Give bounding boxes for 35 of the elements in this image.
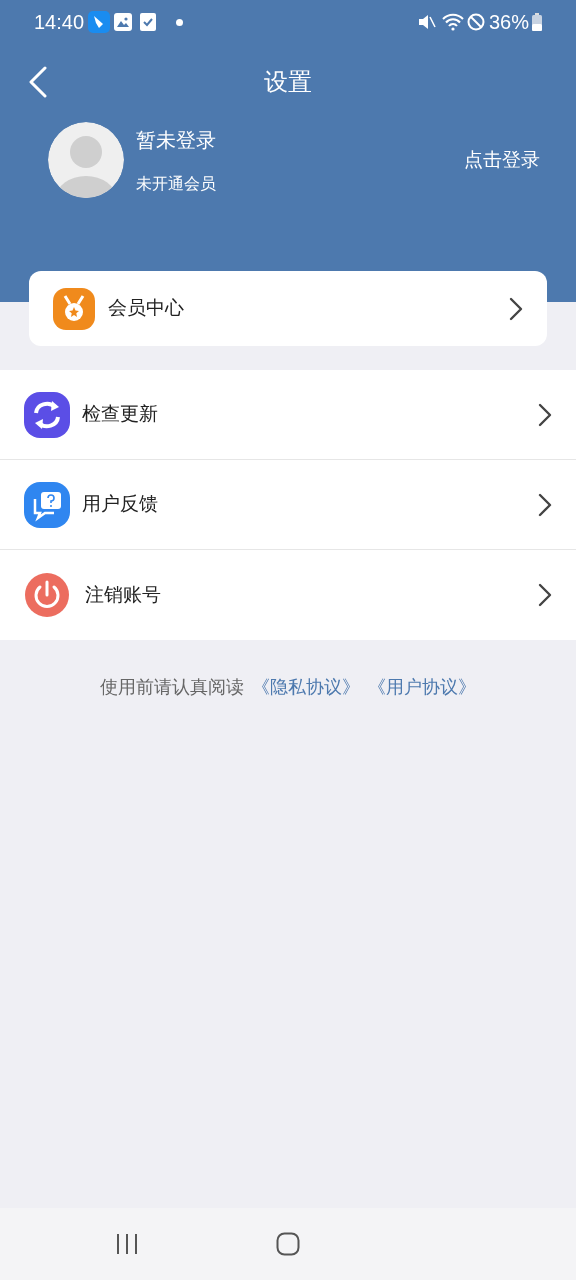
power-icon: [24, 572, 70, 618]
settings-item-label: 注销账号: [85, 582, 161, 607]
blocked-icon: [466, 13, 485, 31]
wifi-icon: [441, 13, 464, 31]
membership-status: 未开通会员: [136, 173, 216, 194]
page-title: 设置: [264, 67, 312, 97]
avatar-icon: [48, 122, 124, 198]
recent-apps-icon[interactable]: [115, 1233, 139, 1255]
settings-item-label: 检查更新: [82, 402, 158, 427]
battery-icon: [532, 13, 542, 31]
settings-item[interactable]: 检查更新: [0, 370, 576, 460]
settings-item-label: 用户反馈: [82, 492, 158, 517]
mute-icon: [417, 13, 436, 31]
refresh-icon: [24, 391, 70, 438]
checkbox-icon: [140, 13, 157, 31]
chevron-right-icon: [538, 492, 552, 517]
image-icon: [114, 13, 133, 31]
status-time: 14:40: [34, 10, 85, 35]
member-center-card[interactable]: 会员中心: [29, 271, 547, 346]
home-icon[interactable]: [276, 1232, 300, 1256]
chat-question-icon: [24, 481, 70, 528]
chevron-right-icon: [509, 296, 523, 321]
chevron-right-icon: [538, 402, 552, 427]
battery-percent: 36%: [488, 10, 529, 35]
footer-text: 使用前请认真阅读: [100, 676, 244, 699]
medal-icon: [53, 287, 95, 330]
user-name: 暂未登录: [136, 127, 216, 153]
settings-item[interactable]: 注销账号: [0, 550, 576, 640]
agreement-link[interactable]: 《用户协议》: [368, 674, 476, 701]
chevron-right-icon: [538, 583, 552, 607]
agreement-link[interactable]: 《隐私协议》: [252, 674, 360, 701]
app-notification-icon: [88, 11, 111, 33]
login-link[interactable]: 点击登录: [464, 145, 540, 175]
member-center-label: 会员中心: [108, 296, 184, 321]
settings-item[interactable]: 用户反馈: [0, 460, 576, 550]
